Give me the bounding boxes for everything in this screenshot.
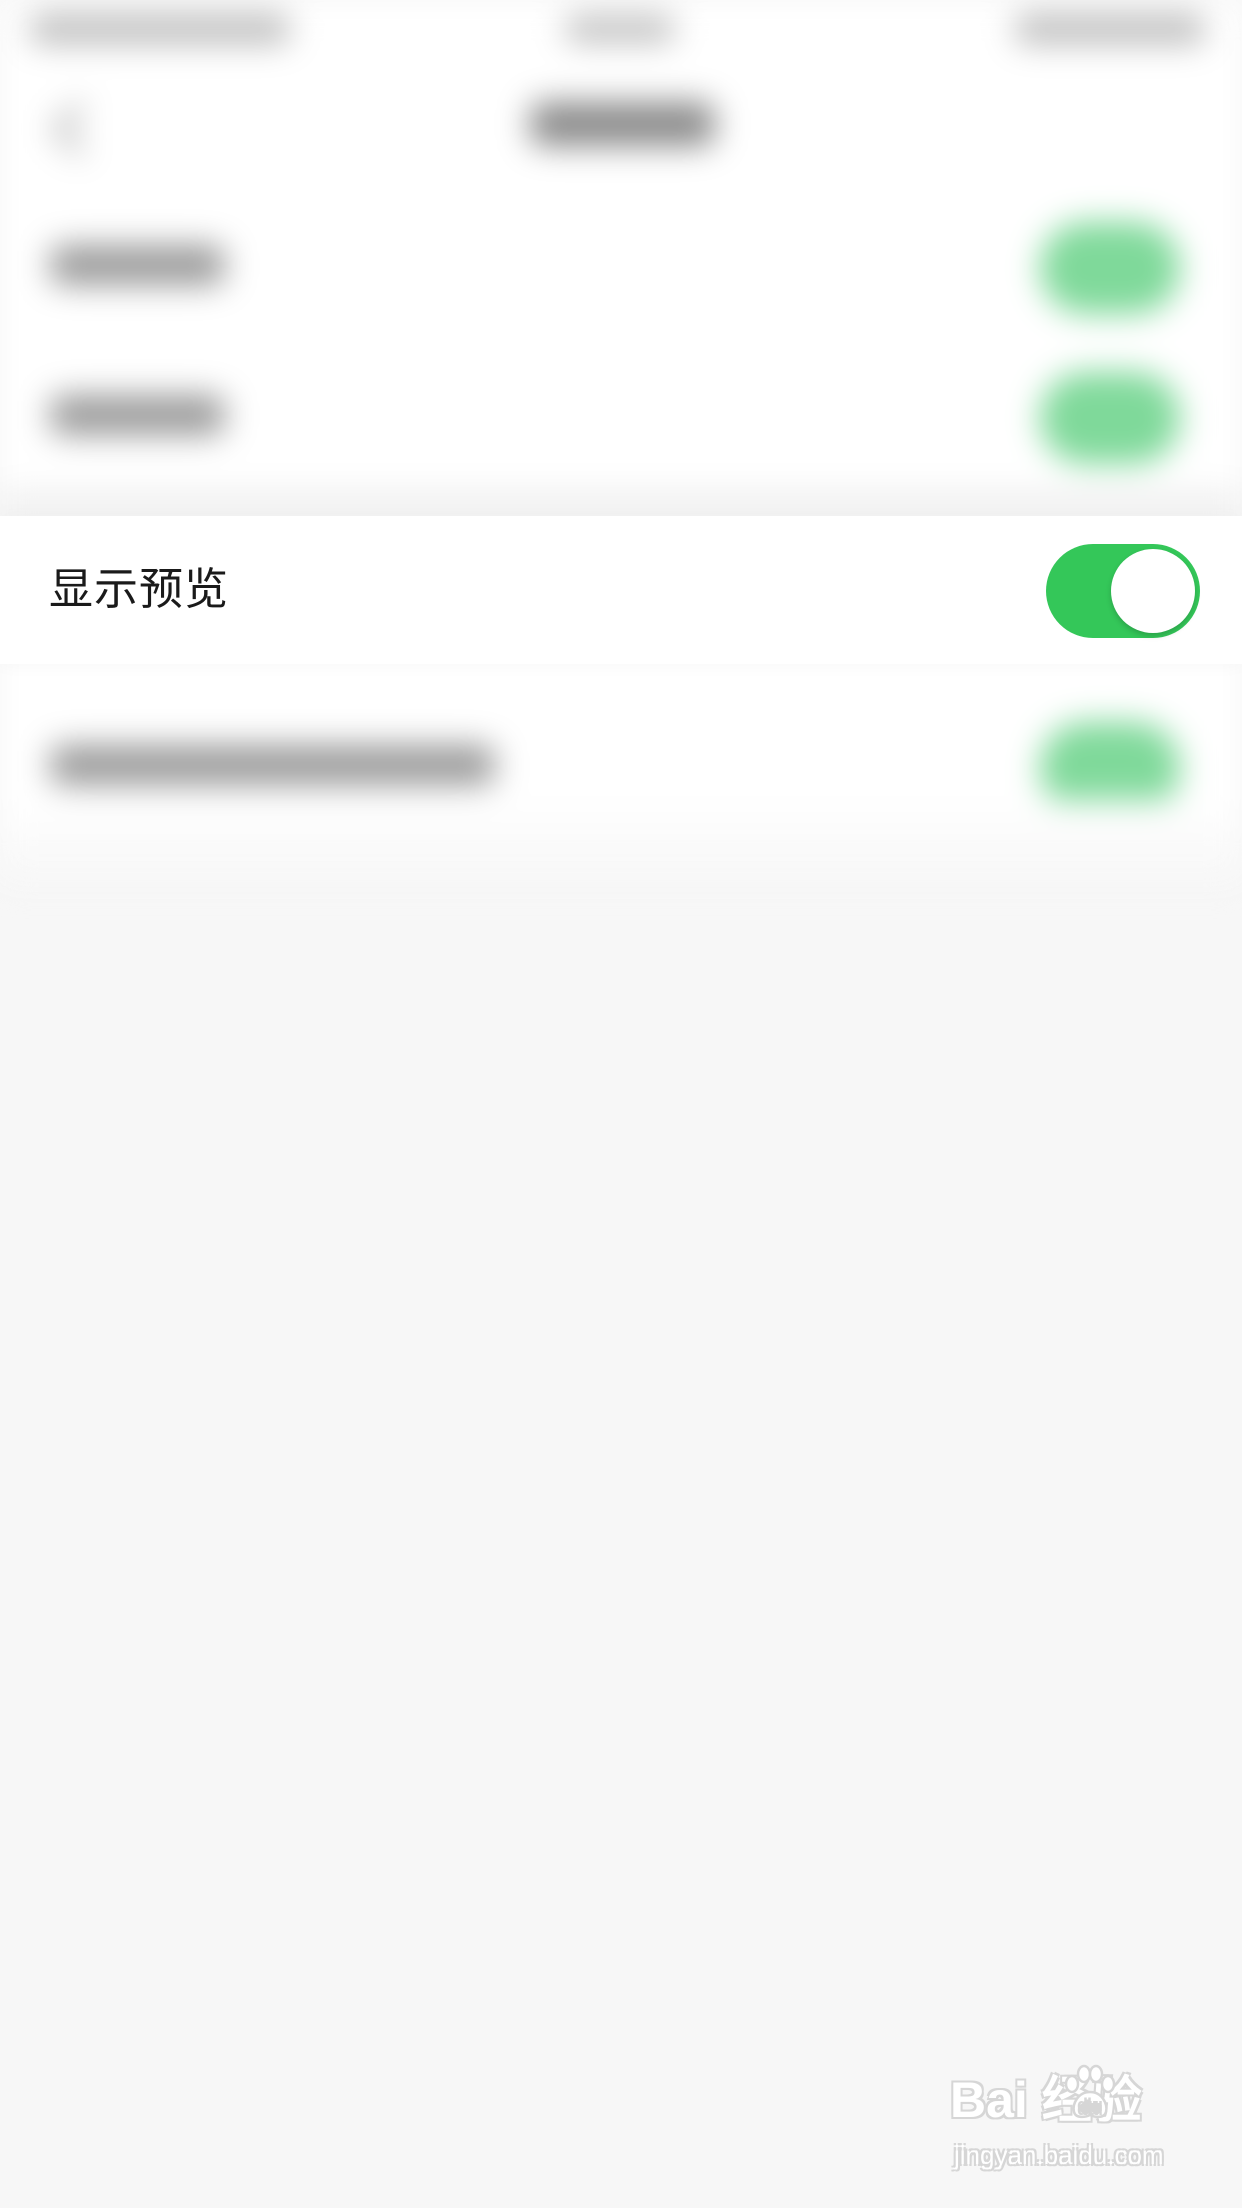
- blurred-setting-row-1: [0, 190, 1242, 340]
- blurred-toggle: [1040, 372, 1180, 464]
- blurred-setting-row-2: [0, 340, 1242, 490]
- blurred-label: [50, 395, 225, 435]
- paw-icon: du: [1064, 2064, 1116, 2119]
- blurred-label: [50, 745, 495, 785]
- show-preview-toggle[interactable]: [1046, 544, 1200, 638]
- blurred-toggle: [1040, 222, 1180, 314]
- nav-bar: [0, 60, 1242, 190]
- toggle-knob[interactable]: [1111, 549, 1195, 633]
- status-carrier-blur: [30, 14, 290, 44]
- status-bar: [0, 0, 1242, 60]
- background-fade: [0, 800, 1242, 880]
- watermark-url: jingyan.baidu.com: [954, 2140, 1164, 2170]
- nav-title-blur: [530, 102, 715, 146]
- status-time-blur: [565, 16, 675, 42]
- blurred-background: [0, 0, 1242, 880]
- setting-label: 显示预览: [49, 564, 229, 615]
- blurred-label: [50, 245, 225, 285]
- setting-row-show-preview: 显示预览: [0, 516, 1242, 664]
- svg-text:du: du: [1079, 2097, 1101, 2117]
- watermark: Bai 经验 du jingyan.baidu.com: [950, 2064, 1190, 2180]
- back-arrow-icon[interactable]: [52, 102, 106, 156]
- status-battery-blur: [1015, 14, 1205, 44]
- screen: 显示预览 Bai 经验 du jingyan.baidu.com: [0, 0, 1242, 2208]
